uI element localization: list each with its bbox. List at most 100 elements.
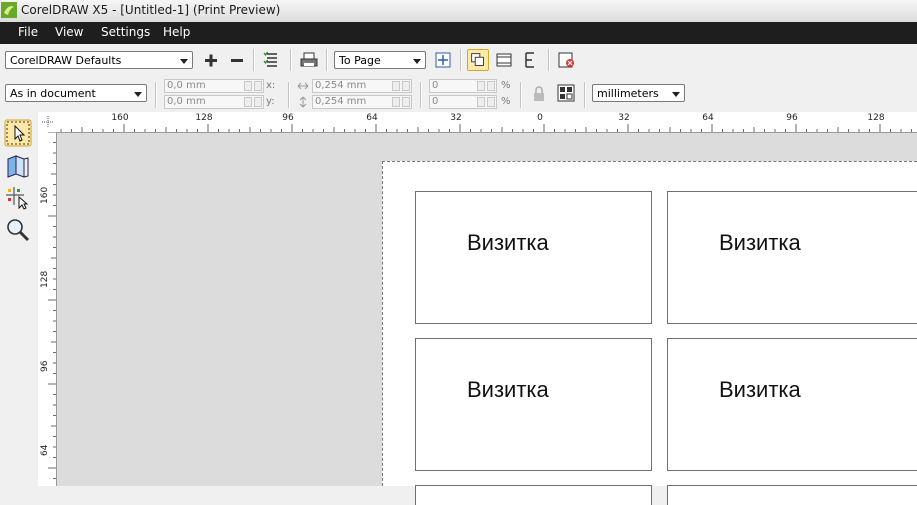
print-options-button[interactable] — [261, 49, 283, 71]
business-card[interactable] — [667, 485, 917, 505]
coreldraw-logo-icon — [1, 2, 17, 18]
x-position-input[interactable]: 0,0 mm — [164, 79, 264, 93]
ruler-label: 64 — [702, 113, 714, 123]
height-value: 0,254 mm — [315, 96, 367, 107]
imposition-tool-icon[interactable] — [5, 185, 31, 211]
print-preview-toolbar: CorelDRAW Defaults To Page — [0, 44, 917, 76]
ruler-label: 32 — [618, 113, 630, 123]
page-layout-tool-icon[interactable] — [5, 153, 31, 179]
ruler-label: 96 — [282, 113, 294, 123]
toolbar-separator — [584, 82, 586, 108]
vertical-ruler-ticks — [48, 132, 56, 479]
title-bar: CorelDRAW X5 - [Untitled-1] (Print Previ… — [0, 0, 917, 23]
business-card[interactable]: Визитка — [415, 191, 652, 324]
toolbar-separator — [290, 49, 292, 71]
spin-down-icon[interactable] — [477, 81, 485, 91]
horizontal-ruler[interactable]: 160 128 96 64 32 0 32 64 96 128 — [38, 112, 917, 133]
ruler-origin[interactable] — [38, 112, 56, 132]
zoom-value: To Page — [339, 54, 381, 67]
toolbar-separator — [155, 82, 157, 108]
x-label: x: — [266, 80, 276, 91]
scale-height-input[interactable]: 0 — [429, 95, 497, 109]
spin-up-icon[interactable] — [254, 81, 262, 91]
toolbar-separator — [460, 49, 462, 71]
toolbox — [0, 112, 39, 486]
ruler-label: 160 — [40, 186, 50, 204]
menu-help[interactable]: Help — [163, 25, 190, 39]
ruler-label: 128 — [867, 113, 885, 123]
chevron-down-icon — [413, 59, 421, 64]
spin-down-icon[interactable] — [392, 97, 400, 107]
width-input[interactable]: 0,254 mm — [312, 79, 412, 93]
business-card[interactable]: Визитка — [667, 338, 917, 471]
vertical-ruler[interactable]: 160 128 96 64 — [38, 132, 57, 486]
units-dropdown[interactable]: millimeters — [592, 84, 685, 102]
lock-icon[interactable] — [532, 86, 546, 102]
chevron-down-icon — [134, 92, 142, 97]
ruler-label: 160 — [111, 113, 129, 123]
ruler-label: 64 — [40, 444, 50, 456]
scale-width-input[interactable]: 0 — [429, 79, 497, 93]
scale-height-value: 0 — [432, 96, 439, 107]
ruler-label: 96 — [786, 113, 798, 123]
card-label: Визитка — [719, 230, 801, 255]
ruler-origin-icon — [42, 116, 54, 128]
separations-button[interactable] — [467, 49, 489, 71]
menu-view[interactable]: View — [55, 25, 83, 39]
spin-up-icon[interactable] — [402, 81, 410, 91]
card-label: Визитка — [467, 230, 549, 255]
toolbar-separator — [548, 49, 550, 71]
spin-up-icon[interactable] — [402, 97, 410, 107]
ruler-label: 64 — [366, 113, 378, 123]
ruler-label: 128 — [40, 270, 50, 288]
x-position-value: 0,0 mm — [167, 80, 206, 91]
zoom-tool-icon[interactable] — [5, 217, 31, 243]
menu-file[interactable]: File — [18, 25, 38, 39]
ruler-label: 0 — [537, 113, 543, 123]
business-card[interactable] — [415, 485, 652, 505]
position-mode-value: As in document — [10, 87, 96, 100]
spin-down-icon[interactable] — [477, 97, 485, 107]
width-arrows-icon — [297, 82, 309, 90]
spin-up-icon[interactable] — [487, 81, 495, 91]
spin-down-icon[interactable] — [244, 81, 252, 91]
toolbar-separator — [288, 82, 290, 108]
percent-label: % — [501, 80, 511, 91]
spin-down-icon[interactable] — [392, 81, 400, 91]
percent-label: % — [501, 96, 511, 107]
height-input[interactable]: 0,254 mm — [312, 95, 412, 109]
y-label: y: — [266, 96, 275, 107]
horizontal-ruler-ticks — [39, 124, 912, 132]
full-screen-button[interactable] — [432, 49, 454, 71]
menu-bar: File View Settings Help — [0, 22, 917, 44]
spin-down-icon[interactable] — [244, 97, 252, 107]
ruler-label: 32 — [450, 113, 462, 123]
mirror-button[interactable] — [519, 49, 541, 71]
pick-tool-icon[interactable] — [4, 119, 32, 147]
ruler-label: 96 — [40, 360, 50, 372]
print-icon[interactable] — [298, 49, 320, 71]
print-page[interactable]: Визитка Визитка Визитка Визитка — [382, 161, 917, 505]
business-card[interactable]: Визитка — [415, 338, 652, 471]
print-style-dropdown[interactable]: CorelDRAW Defaults — [5, 51, 193, 69]
card-label: Визитка — [467, 377, 549, 402]
spin-up-icon[interactable] — [487, 97, 495, 107]
business-card[interactable]: Визитка — [667, 191, 917, 324]
invert-button[interactable] — [493, 49, 515, 71]
toolbar-separator — [420, 82, 422, 108]
y-position-input[interactable]: 0,0 mm — [164, 95, 264, 109]
spin-up-icon[interactable] — [254, 97, 262, 107]
zoom-dropdown[interactable]: To Page — [334, 51, 426, 69]
toolbar-separator — [253, 49, 255, 71]
remove-print-style-button[interactable] — [226, 49, 248, 71]
add-print-style-button[interactable] — [200, 49, 222, 71]
position-mode-dropdown[interactable]: As in document — [5, 84, 147, 102]
menu-settings[interactable]: Settings — [101, 25, 150, 39]
width-value: 0,254 mm — [315, 80, 367, 91]
print-style-value: CorelDRAW Defaults — [10, 54, 122, 67]
close-print-preview-icon[interactable] — [555, 49, 577, 71]
window-title: CorelDRAW X5 - [Untitled-1] (Print Previ… — [21, 3, 281, 17]
chevron-down-icon — [180, 59, 188, 64]
height-arrows-icon — [299, 96, 307, 108]
imposition-layout-icon[interactable] — [556, 83, 576, 103]
